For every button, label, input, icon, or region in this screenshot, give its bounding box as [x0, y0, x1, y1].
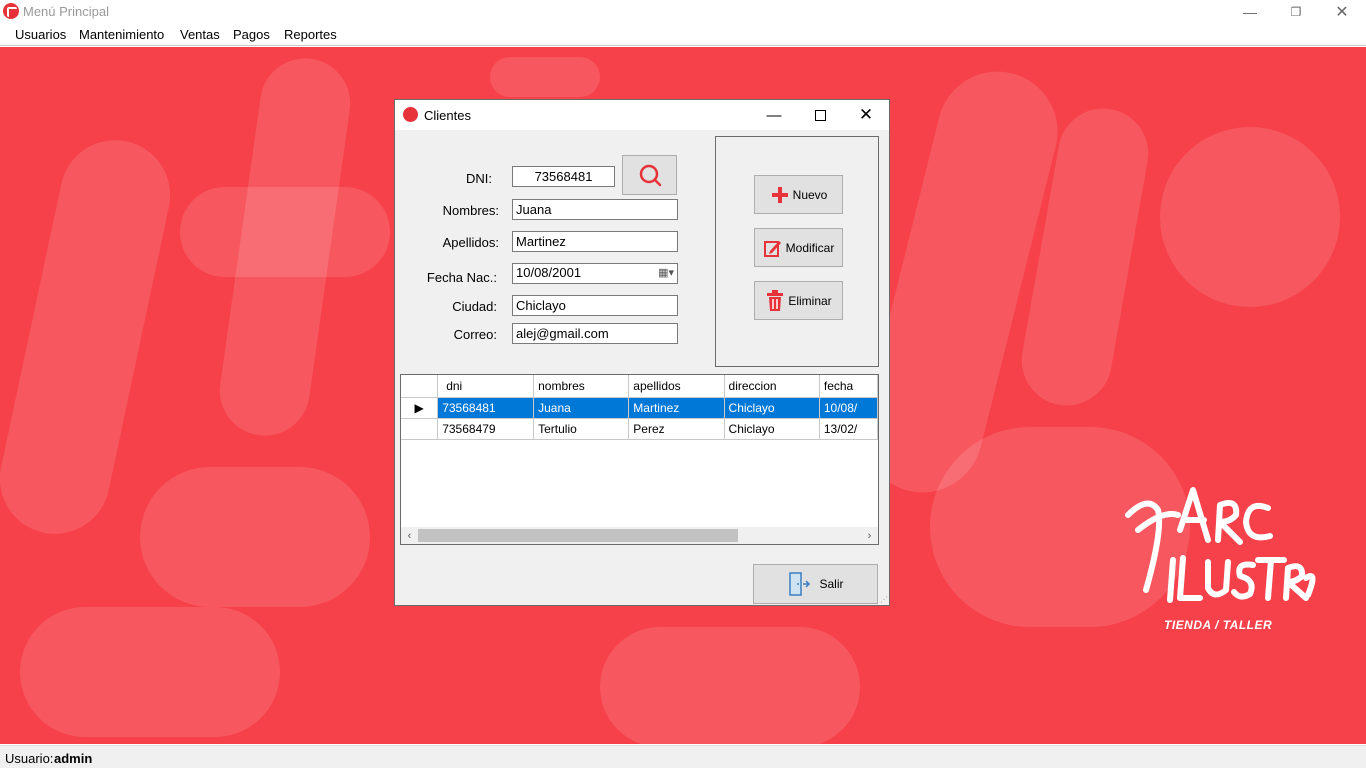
row-header[interactable]	[401, 418, 439, 440]
add-icon	[770, 185, 790, 205]
fecha-nac-label: Fecha Nac.:	[426, 270, 497, 285]
table-header-row: dni nombres apellidos direccion fecha	[401, 375, 878, 398]
actions-panel: Nuevo Modificar Eliminar	[715, 136, 879, 367]
salir-button[interactable]: Salir	[753, 564, 878, 604]
background-pattern-shape	[600, 627, 860, 744]
minimize-button[interactable]: —	[1227, 0, 1273, 24]
trash-icon	[765, 289, 785, 311]
nuevo-button[interactable]: Nuevo	[754, 175, 843, 214]
clientes-dialog: Clientes — ✕ DNI: Nombres: Apellidos: Fe…	[394, 99, 890, 606]
apellidos-label: Apellidos:	[442, 235, 499, 250]
search-icon	[639, 164, 661, 187]
background-pattern-shape	[0, 129, 181, 545]
exit-door-icon	[789, 572, 811, 596]
menu-ventas[interactable]: Ventas	[180, 27, 220, 42]
table-cell[interactable]: Martinez	[628, 397, 725, 419]
dialog-maximize-button[interactable]	[797, 100, 843, 130]
salir-label: Salir	[819, 577, 844, 591]
modificar-button[interactable]: Modificar	[754, 228, 843, 267]
restore-button[interactable]: ❐	[1273, 0, 1319, 24]
column-header-fecha[interactable]: fecha	[819, 375, 878, 398]
fecha-nac-value: 10/08/2001	[516, 265, 582, 280]
status-bar: Usuario: admin	[0, 745, 1366, 768]
apellidos-input[interactable]	[512, 231, 678, 252]
menu-pagos[interactable]: Pagos	[233, 27, 270, 42]
table-cell[interactable]: Chiclayo	[724, 418, 820, 440]
table-cell[interactable]: 73568479	[437, 418, 535, 440]
table-cell[interactable]: Juana	[533, 397, 630, 419]
brand-logo-mark	[1125, 487, 1316, 603]
column-header-direccion[interactable]: direccion	[724, 375, 820, 398]
row-header-corner	[401, 375, 439, 398]
app-logo-icon	[3, 3, 19, 19]
edit-icon	[763, 238, 783, 258]
nombres-input[interactable]	[512, 199, 678, 220]
table-cell[interactable]: Chiclayo	[724, 397, 820, 419]
column-header-dni[interactable]: dni	[437, 375, 535, 398]
scroll-right-icon[interactable]: ›	[861, 528, 878, 543]
clientes-table: dni nombres apellidos direccion fecha ▶ …	[401, 375, 878, 440]
ciudad-input[interactable]	[512, 295, 678, 316]
scroll-left-icon[interactable]: ‹	[401, 528, 418, 543]
dni-input[interactable]	[512, 166, 615, 187]
column-header-apellidos[interactable]: apellidos	[628, 375, 725, 398]
window-title: Menú Principal	[23, 4, 109, 19]
background-pattern-shape	[490, 57, 600, 97]
correo-input[interactable]	[512, 323, 678, 344]
table-cell[interactable]: 13/02/	[819, 418, 878, 440]
resize-grip-icon[interactable]: ⋰	[880, 595, 888, 604]
horizontal-scrollbar[interactable]: ‹ ›	[401, 527, 878, 544]
brand-tagline: TIENDA / TALLER	[1164, 618, 1273, 632]
calendar-dropdown-icon[interactable]: ▦▾	[658, 266, 674, 279]
background-pattern-shape	[1160, 127, 1340, 307]
brand-logo: TIENDA / TALLER	[1118, 470, 1318, 640]
nuevo-label: Nuevo	[792, 187, 828, 202]
table-cell[interactable]: 10/08/	[819, 397, 878, 419]
fecha-nac-datepicker[interactable]: 10/08/2001 ▦▾	[512, 263, 678, 284]
clientes-grid[interactable]: dni nombres apellidos direccion fecha ▶ …	[400, 374, 879, 545]
table-row[interactable]: ▶ 73568481 Juana Martinez Chiclayo 10/08…	[401, 397, 878, 419]
scrollbar-thumb[interactable]	[418, 529, 738, 542]
eliminar-button[interactable]: Eliminar	[754, 281, 843, 320]
menu-mantenimiento[interactable]: Mantenimiento	[79, 27, 164, 42]
row-selector-icon[interactable]: ▶	[401, 397, 439, 419]
dialog-minimize-button[interactable]: —	[751, 100, 797, 130]
dialog-titlebar: Clientes — ✕	[395, 100, 889, 130]
dialog-close-button[interactable]: ✕	[843, 100, 889, 130]
menu-reportes[interactable]: Reportes	[284, 27, 337, 42]
background-pattern-shape	[20, 607, 280, 737]
status-user-label: Usuario:	[5, 751, 54, 766]
eliminar-label: Eliminar	[788, 293, 832, 308]
ciudad-label: Ciudad:	[452, 299, 497, 314]
table-row[interactable]: 73568479 Tertulio Perez Chiclayo 13/02/	[401, 418, 878, 440]
column-header-nombres[interactable]: nombres	[533, 375, 630, 398]
background-pattern-shape	[140, 467, 370, 607]
table-cell[interactable]: Perez	[628, 418, 725, 440]
status-user-value: admin	[54, 751, 93, 766]
search-button[interactable]	[622, 155, 677, 195]
dni-label: DNI:	[466, 171, 492, 186]
dialog-title: Clientes	[424, 108, 471, 123]
menu-usuarios[interactable]: Usuarios	[15, 27, 66, 42]
main-titlebar: Menú Principal — ❐ ✕	[0, 0, 1366, 24]
nombres-label: Nombres:	[442, 203, 499, 218]
dialog-app-icon	[403, 107, 418, 122]
table-cell[interactable]: 73568481	[437, 397, 535, 419]
close-button[interactable]: ✕	[1319, 0, 1365, 24]
modificar-label: Modificar	[785, 240, 835, 255]
correo-label: Correo:	[453, 327, 497, 342]
table-cell[interactable]: Tertulio	[533, 418, 630, 440]
menu-bar: Usuarios Mantenimiento Ventas Pagos Repo…	[0, 24, 1366, 46]
